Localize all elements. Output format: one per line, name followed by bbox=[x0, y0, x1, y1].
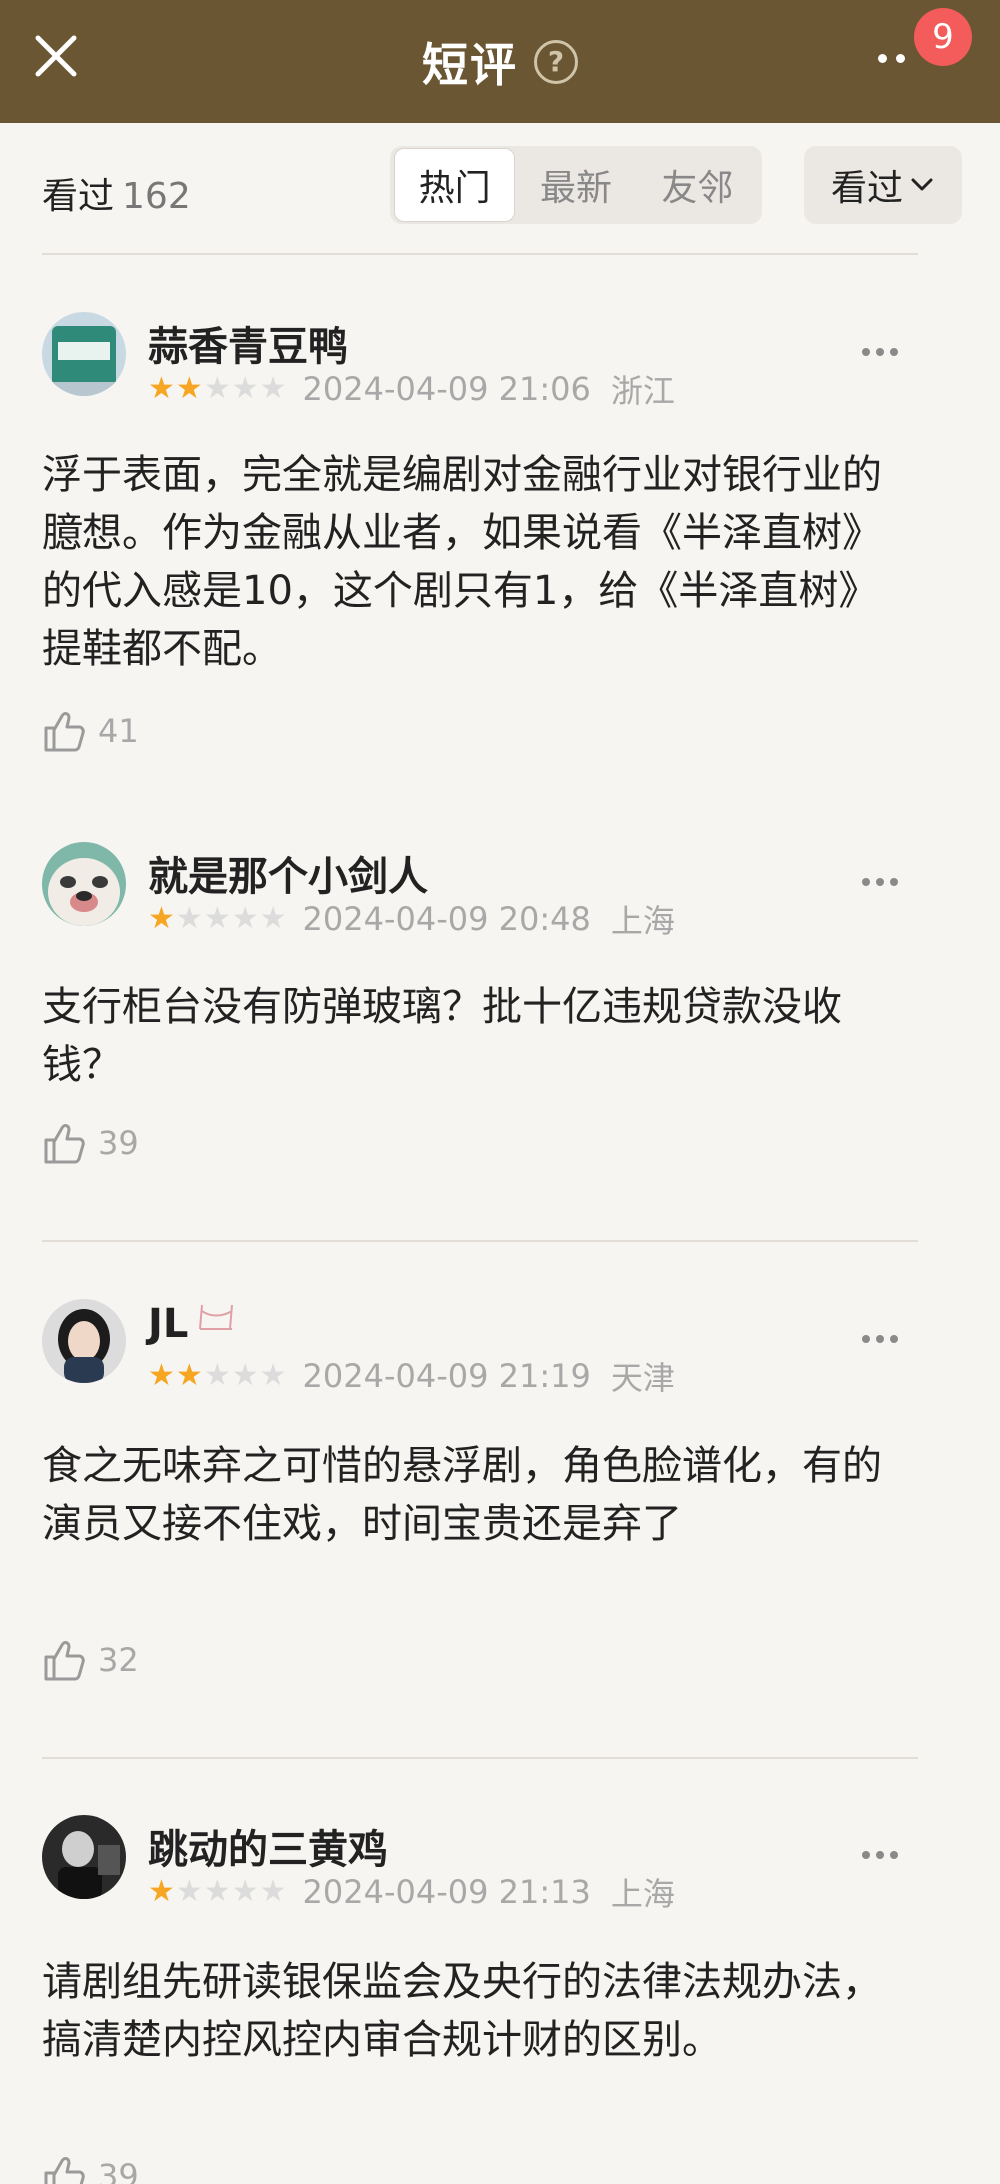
review-meta: ★ ★ ★ ★ ★ 2024-04-09 21:06 浙江 bbox=[148, 366, 675, 412]
star-empty-icon: ★ bbox=[231, 1358, 259, 1393]
star-empty-icon: ★ bbox=[259, 1358, 287, 1393]
seen-count: 看过 162 bbox=[42, 167, 191, 219]
member-badge-icon bbox=[199, 1304, 234, 1330]
seen-count-number: 162 bbox=[122, 176, 191, 217]
thumbs-up-icon bbox=[44, 2157, 85, 2184]
star-empty-icon: ★ bbox=[175, 901, 203, 936]
star-filled-icon: ★ bbox=[148, 371, 175, 406]
star-empty-icon: ★ bbox=[231, 1874, 259, 1909]
star-rating: ★ ★ ★ ★ ★ bbox=[148, 904, 287, 934]
star-rating: ★ ★ ★ ★ ★ bbox=[148, 374, 287, 404]
seen-filter-label: 看过 bbox=[830, 168, 903, 209]
page-title: 短评 bbox=[422, 37, 518, 92]
tab-friends[interactable]: 友邻 bbox=[637, 148, 758, 222]
star-rating: ★ ★ ★ ★ ★ bbox=[148, 1877, 287, 1907]
review-text: 请剧组先研读银保监会及央行的法律法规办法，搞清楚内控风控内审合规计财的区别。 bbox=[42, 1959, 882, 2063]
like-count: 41 bbox=[98, 712, 139, 750]
star-empty-icon: ★ bbox=[231, 371, 259, 406]
thumbs-up-icon bbox=[44, 1124, 85, 1164]
star-rating: ★ ★ ★ ★ ★ bbox=[148, 1361, 287, 1391]
avatar[interactable] bbox=[42, 312, 126, 396]
avatar[interactable] bbox=[42, 1299, 126, 1383]
avatar[interactable] bbox=[42, 842, 126, 926]
tab-latest[interactable]: 最新 bbox=[515, 148, 636, 222]
review-text: 支行柜台没有防弹玻璃？批十亿违规贷款没收钱？ bbox=[42, 984, 842, 1088]
star-empty-icon: ★ bbox=[231, 901, 259, 936]
like-button[interactable]: 32 bbox=[42, 1637, 139, 1683]
seen-filter-dropdown[interactable]: 看过 bbox=[804, 146, 962, 224]
review-more-button[interactable] bbox=[862, 342, 906, 362]
filter-bar: 看过 162 热门 最新 友邻 看过 bbox=[0, 123, 1000, 253]
divider bbox=[42, 1757, 918, 1759]
username-text: JL bbox=[148, 1301, 189, 1347]
star-empty-icon: ★ bbox=[203, 1358, 231, 1393]
close-icon bbox=[35, 35, 77, 77]
review-location: 上海 bbox=[610, 1875, 675, 1913]
chevron-down-icon bbox=[911, 178, 933, 191]
like-count: 39 bbox=[98, 2157, 139, 2184]
review-meta: ★ ★ ★ ★ ★ 2024-04-09 20:48 上海 bbox=[148, 896, 675, 942]
star-filled-icon: ★ bbox=[148, 901, 175, 936]
close-button[interactable] bbox=[30, 30, 82, 82]
star-empty-icon: ★ bbox=[203, 901, 231, 936]
review-datetime: 2024-04-09 21:19 bbox=[302, 1357, 591, 1395]
tab-hot[interactable]: 热门 bbox=[394, 148, 516, 222]
review-more-button[interactable] bbox=[862, 1845, 906, 1865]
star-empty-icon: ★ bbox=[175, 1874, 203, 1909]
sort-tabs: 热门 最新 友邻 bbox=[390, 146, 762, 224]
more-dots-icon bbox=[878, 53, 887, 63]
help-icon[interactable]: ? bbox=[534, 39, 578, 84]
star-filled-icon: ★ bbox=[175, 371, 203, 406]
star-empty-icon: ★ bbox=[259, 1874, 287, 1909]
avatar[interactable] bbox=[42, 1815, 126, 1899]
star-filled-icon: ★ bbox=[148, 1358, 175, 1393]
star-filled-icon: ★ bbox=[175, 1358, 203, 1393]
divider bbox=[42, 1240, 918, 1242]
review-datetime: 2024-04-09 21:13 bbox=[302, 1873, 591, 1911]
review-more-button[interactable] bbox=[862, 872, 906, 892]
review-text: 食之无味弃之可惜的悬浮剧，角色脸谱化，有的演员又接不住戏，时间宝贵还是弃了 bbox=[42, 1443, 882, 1547]
review-datetime: 2024-04-09 20:48 bbox=[302, 900, 591, 938]
star-filled-icon: ★ bbox=[148, 1874, 175, 1909]
review-more-button[interactable] bbox=[862, 1329, 906, 1349]
review-text: 浮于表面，完全就是编剧对金融行业对银行业的臆想。作为金融从业者，如果说看《半泽直… bbox=[42, 452, 882, 672]
seen-label: 看过 bbox=[42, 176, 115, 217]
like-count: 39 bbox=[98, 1124, 139, 1162]
top-bar: 短评 ? 9 bbox=[0, 0, 1000, 123]
like-count: 32 bbox=[98, 1641, 139, 1679]
review-location: 浙江 bbox=[610, 372, 675, 410]
username[interactable]: JL bbox=[148, 1301, 234, 1347]
star-empty-icon: ★ bbox=[259, 901, 287, 936]
review-location: 天津 bbox=[610, 1359, 675, 1397]
review-meta: ★ ★ ★ ★ ★ 2024-04-09 21:13 上海 bbox=[148, 1869, 675, 1915]
username[interactable]: 跳动的三黄鸡 bbox=[148, 1817, 388, 1875]
thumbs-up-icon bbox=[44, 712, 85, 752]
like-button[interactable]: 39 bbox=[42, 2153, 139, 2184]
username[interactable]: 就是那个小剑人 bbox=[148, 844, 428, 902]
star-empty-icon: ★ bbox=[203, 1874, 231, 1909]
notification-badge[interactable]: 9 bbox=[914, 8, 972, 66]
username[interactable]: 蒜香青豆鸭 bbox=[148, 314, 348, 372]
like-button[interactable]: 41 bbox=[42, 708, 139, 754]
review-location: 上海 bbox=[610, 902, 675, 940]
star-empty-icon: ★ bbox=[259, 371, 287, 406]
review-datetime: 2024-04-09 21:06 bbox=[302, 370, 591, 408]
like-button[interactable]: 39 bbox=[42, 1120, 139, 1166]
thumbs-up-icon bbox=[44, 1641, 85, 1681]
review-meta: ★ ★ ★ ★ ★ 2024-04-09 21:19 天津 bbox=[148, 1353, 675, 1399]
star-empty-icon: ★ bbox=[203, 371, 231, 406]
title-group: 短评 ? bbox=[422, 29, 578, 95]
divider bbox=[42, 253, 918, 255]
